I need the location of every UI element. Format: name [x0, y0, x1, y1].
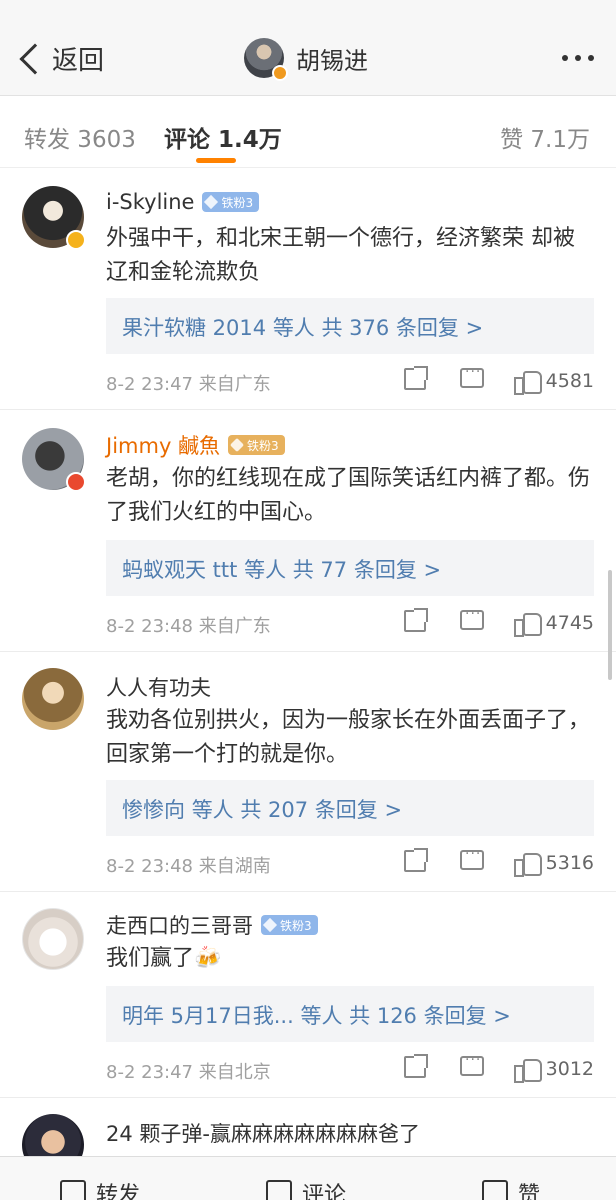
username[interactable]: 走西口的三哥哥 铁粉3	[106, 910, 318, 940]
diamond-icon	[262, 917, 278, 933]
replies-link[interactable]: 惨惨向 等人 共 207 条回复 >	[106, 780, 594, 836]
forward-label: 转发	[96, 1183, 141, 1200]
share-icon[interactable]	[404, 848, 428, 872]
fan-badge: 铁粉3	[202, 192, 260, 212]
avatar[interactable]	[22, 1114, 84, 1156]
like-icon[interactable]	[514, 1056, 542, 1083]
comment-meta: 8-2 23:47 来自北京 3012	[106, 1052, 594, 1086]
replies-link[interactable]: 明年 5月17日我... 等人 共 126 条回复 >	[106, 986, 594, 1042]
tab-comment[interactable]: 评论 1.4万	[164, 120, 282, 154]
comment-text: 我劝各位别拱火，因为一般家长在外面丢面子了，回家第一个打的就是你。	[106, 708, 591, 767]
comment-icon[interactable]	[460, 606, 484, 630]
share-icon[interactable]	[404, 366, 428, 390]
comment-icon	[266, 1180, 292, 1200]
username-text: 人人有功夫	[106, 676, 211, 700]
fan-badge-label: 铁粉3	[280, 918, 312, 933]
share-icon[interactable]	[404, 608, 428, 632]
like-icon[interactable]	[514, 368, 542, 395]
username[interactable]: 人人有功夫	[106, 672, 211, 702]
active-tab-indicator	[196, 158, 236, 163]
like-icon	[482, 1180, 508, 1200]
bottom-action-bar: 转发 评论 赞	[0, 1156, 616, 1200]
comment-label: 评论	[302, 1183, 347, 1200]
comment-item: 人人有功夫 我劝各位别拱火，因为一般家长在外面丢面子了，回家第一个打的就是你。 …	[0, 652, 616, 892]
back-label: 返回	[52, 46, 105, 76]
avatar[interactable]	[22, 428, 86, 492]
comment-meta: 8-2 23:48 来自广东 4745	[106, 606, 594, 640]
timestamp: 8-2 23:47 来自北京	[106, 1062, 271, 1083]
like-count: 4745	[545, 612, 594, 634]
replies-count: 等人 共 207 条回复 >	[191, 798, 403, 822]
username[interactable]: Jimmy 鹹魚 铁粉3	[106, 430, 285, 460]
replies-user: 果汁软糖 2014	[122, 316, 267, 340]
verified-badge-icon	[66, 230, 86, 250]
replies-count: 等人 共 376 条回复 >	[272, 316, 484, 340]
comment-text: 外强中干，和北宋王朝一个德行，经济繁荣 却被辽和金轮流欺负	[106, 226, 575, 285]
like-count: 4581	[545, 370, 594, 392]
username-text: 走西口的三哥哥	[106, 914, 253, 938]
share-icon	[60, 1180, 86, 1200]
timestamp: 8-2 23:47 来自广东	[106, 374, 271, 395]
username-text: Jimmy 鹹魚	[106, 434, 221, 458]
comment-item: i-Skyline 铁粉3 外强中干，和北宋王朝一个德行，经济繁荣 却被辽和金轮…	[0, 168, 616, 410]
back-button[interactable]: 返回	[18, 40, 104, 77]
comment-text: 老胡，你的红线现在成了国际笑话红内裤了都。伤了我们火红的中国心。	[106, 466, 591, 525]
replies-user: 蚂蚁观天 ttt	[122, 558, 238, 582]
tab-bar: 转发 3603 评论 1.4万 赞 7.1万	[0, 96, 616, 168]
timestamp: 8-2 23:48 来自广东	[106, 616, 271, 637]
like-label: 赞	[518, 1183, 541, 1200]
comment-icon[interactable]	[460, 1052, 484, 1076]
replies-link[interactable]: 蚂蚁观天 ttt 等人 共 77 条回复 >	[106, 540, 594, 596]
comment-item: 24 颗子弹-赢麻麻麻麻麻麻麻爸了	[0, 1098, 616, 1156]
avatar[interactable]	[22, 668, 84, 730]
comment-button[interactable]: 评论	[266, 1177, 346, 1200]
username-text: i-Skyline	[106, 190, 195, 214]
avatar[interactable]	[22, 186, 86, 250]
comment-text: 我们赢了🍻	[106, 946, 222, 971]
replies-count: 等人 共 77 条回复 >	[244, 558, 442, 582]
fan-badge: 铁粉3	[228, 435, 285, 455]
username[interactable]: 24 颗子弹-赢麻麻麻麻麻麻麻爸了	[106, 1118, 420, 1148]
nav-profile[interactable]: 胡锡进	[244, 38, 368, 81]
comment-meta: 8-2 23:47 来自广东 4581	[106, 364, 594, 398]
username[interactable]: i-Skyline 铁粉3	[106, 190, 260, 214]
forward-button[interactable]: 转发	[60, 1177, 140, 1200]
comment-item: 走西口的三哥哥 铁粉3 我们赢了🍻 明年 5月17日我... 等人 共 126 …	[0, 892, 616, 1098]
like-icon[interactable]	[514, 850, 542, 877]
chevron-left-icon	[19, 42, 51, 75]
replies-link[interactable]: 果汁软糖 2014 等人 共 376 条回复 >	[106, 298, 594, 354]
tab-like[interactable]: 赞 7.1万	[500, 120, 590, 154]
vip-badge-icon	[66, 472, 86, 492]
like-button[interactable]: 赞	[482, 1177, 540, 1200]
scrollbar[interactable]	[608, 570, 612, 680]
like-icon[interactable]	[514, 610, 542, 637]
replies-user: 惨惨向	[122, 798, 185, 822]
share-icon[interactable]	[404, 1054, 428, 1078]
avatar[interactable]	[244, 38, 288, 81]
fan-badge: 铁粉3	[261, 915, 318, 935]
replies-count: 等人 共 126 条回复 >	[300, 1004, 511, 1028]
like-count: 5316	[545, 852, 594, 874]
replies-user: 明年 5月17日我...	[122, 1004, 294, 1028]
username-text: 24 颗子弹-赢麻麻麻麻麻麻麻爸了	[106, 1122, 420, 1146]
comment-item: Jimmy 鹹魚 铁粉3 老胡，你的红线现在成了国际笑话红内裤了都。伤了我们火红…	[0, 410, 616, 652]
avatar[interactable]	[22, 908, 84, 970]
comment-icon[interactable]	[460, 364, 484, 388]
fan-badge-label: 铁粉3	[247, 438, 279, 453]
crown-icon	[229, 437, 245, 453]
verified-badge-icon	[272, 65, 288, 81]
tab-forward[interactable]: 转发 3603	[24, 120, 136, 154]
more-dots-icon[interactable]	[562, 55, 594, 61]
nav-bar: 返回 胡锡进	[0, 0, 616, 96]
diamond-icon	[204, 194, 219, 210]
comment-icon[interactable]	[460, 846, 484, 870]
page-title: 胡锡进	[296, 46, 368, 75]
timestamp: 8-2 23:48 来自湖南	[106, 856, 271, 877]
comment-meta: 8-2 23:48 来自湖南 5316	[106, 846, 594, 880]
fan-badge-label: 铁粉3	[221, 195, 254, 210]
like-count: 3012	[545, 1058, 594, 1080]
